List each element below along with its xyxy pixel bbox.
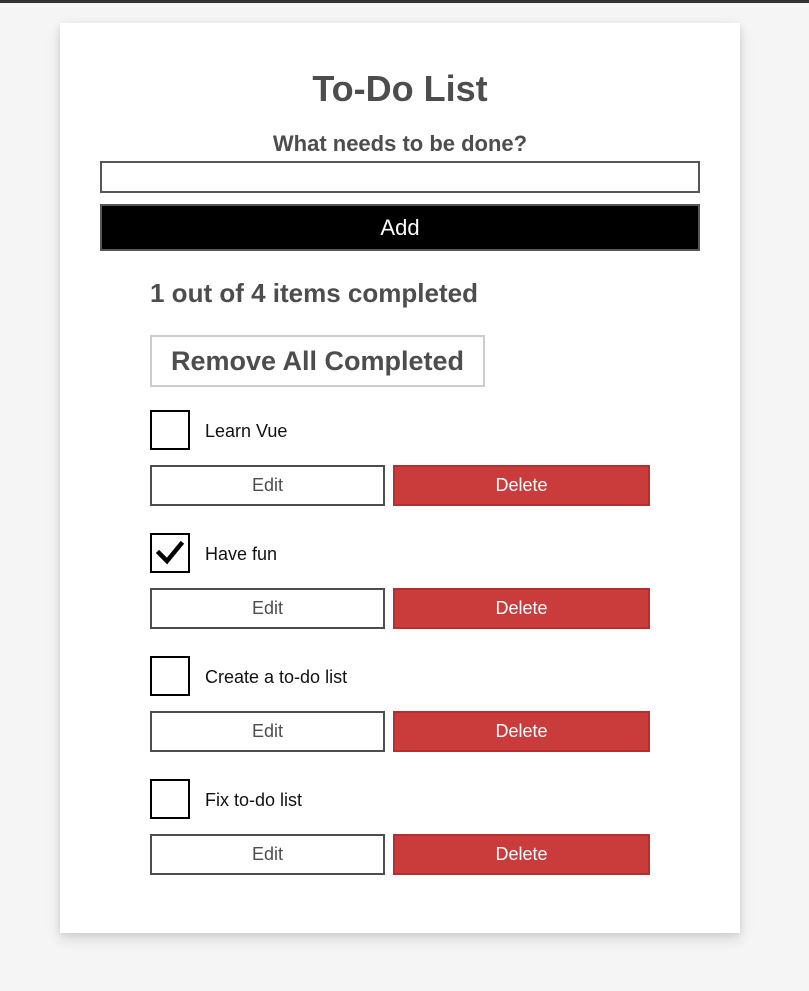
todo-label: Fix to-do list [205,790,303,810]
page-title: To-Do List [312,68,488,109]
todo-list: Learn Vue Edit Delete Have fun Edit Dele… [150,410,650,902]
todo-checkbox[interactable] [150,779,190,819]
todo-item: Create a to-do list Edit Delete [150,656,650,779]
todo-item: Have fun Edit Delete [150,533,650,656]
delete-button[interactable]: Delete [393,834,650,875]
todo-checkbox[interactable] [150,533,190,573]
todo-checkbox[interactable] [150,410,190,450]
delete-button[interactable]: Delete [393,465,650,506]
checkmark-icon [156,540,184,565]
edit-button[interactable]: Edit [150,834,385,875]
delete-button[interactable]: Delete [393,711,650,752]
todo-item: Learn Vue Edit Delete [150,410,650,533]
edit-button[interactable]: Edit [150,711,385,752]
todo-checkbox[interactable] [150,656,190,696]
window-top-border [0,0,809,3]
todo-label: Have fun [205,544,278,564]
delete-button[interactable]: Delete [393,588,650,629]
remove-all-completed-button[interactable]: Remove All Completed [150,335,485,387]
todo-label: Create a to-do list [205,667,348,687]
completion-summary: 1 out of 4 items completed [150,278,478,308]
edit-button[interactable]: Edit [150,465,385,506]
todo-card: To-Do List What needs to be done? Add 1 … [60,23,740,933]
edit-button[interactable]: Edit [150,588,385,629]
new-todo-input[interactable] [100,161,700,193]
todo-label: Learn Vue [205,421,288,441]
add-button[interactable]: Add [100,204,700,251]
todo-item: Fix to-do list Edit Delete [150,779,650,902]
new-todo-label: What needs to be done? [272,131,528,156]
